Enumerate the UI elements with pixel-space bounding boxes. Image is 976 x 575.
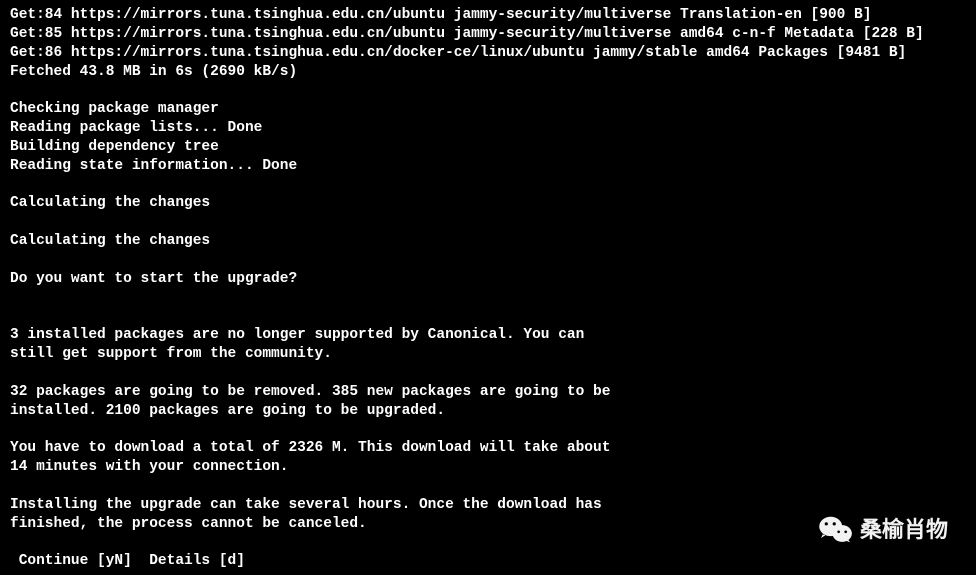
terminal-line: Reading state information... Done: [10, 157, 966, 176]
terminal-line: [10, 289, 966, 308]
watermark-text: 桑榆肖物: [860, 516, 948, 545]
terminal-line: [10, 213, 966, 232]
wechat-icon: [818, 515, 854, 545]
terminal-line: [10, 81, 966, 100]
terminal-line: [10, 308, 966, 327]
terminal-line: [10, 477, 966, 496]
terminal-line: installed. 2100 packages are going to be…: [10, 402, 966, 421]
watermark: 桑榆肖物: [818, 515, 948, 545]
terminal-line: [10, 176, 966, 195]
terminal-line: Checking package manager: [10, 100, 966, 119]
terminal-line: [10, 364, 966, 383]
terminal-line: [10, 251, 966, 270]
terminal-line: Installing the upgrade can take several …: [10, 496, 966, 515]
terminal-line: Calculating the changes: [10, 194, 966, 213]
terminal-prompt[interactable]: Continue [yN] Details [d]: [10, 552, 966, 571]
terminal-line: 3 installed packages are no longer suppo…: [10, 326, 966, 345]
terminal-line: 32 packages are going to be removed. 385…: [10, 383, 966, 402]
terminal-line: Do you want to start the upgrade?: [10, 270, 966, 289]
terminal-line: Get:86 https://mirrors.tuna.tsinghua.edu…: [10, 44, 966, 63]
terminal-line: Building dependency tree: [10, 138, 966, 157]
terminal-line: 14 minutes with your connection.: [10, 458, 966, 477]
terminal-line: [10, 421, 966, 440]
terminal-line: still get support from the community.: [10, 345, 966, 364]
terminal-line: Get:84 https://mirrors.tuna.tsinghua.edu…: [10, 6, 966, 25]
terminal-line: You have to download a total of 2326 M. …: [10, 439, 966, 458]
terminal-output[interactable]: Get:84 https://mirrors.tuna.tsinghua.edu…: [10, 6, 966, 571]
terminal-line: Calculating the changes: [10, 232, 966, 251]
terminal-line: Fetched 43.8 MB in 6s (2690 kB/s): [10, 63, 966, 82]
terminal-line: Reading package lists... Done: [10, 119, 966, 138]
terminal-line: Get:85 https://mirrors.tuna.tsinghua.edu…: [10, 25, 966, 44]
